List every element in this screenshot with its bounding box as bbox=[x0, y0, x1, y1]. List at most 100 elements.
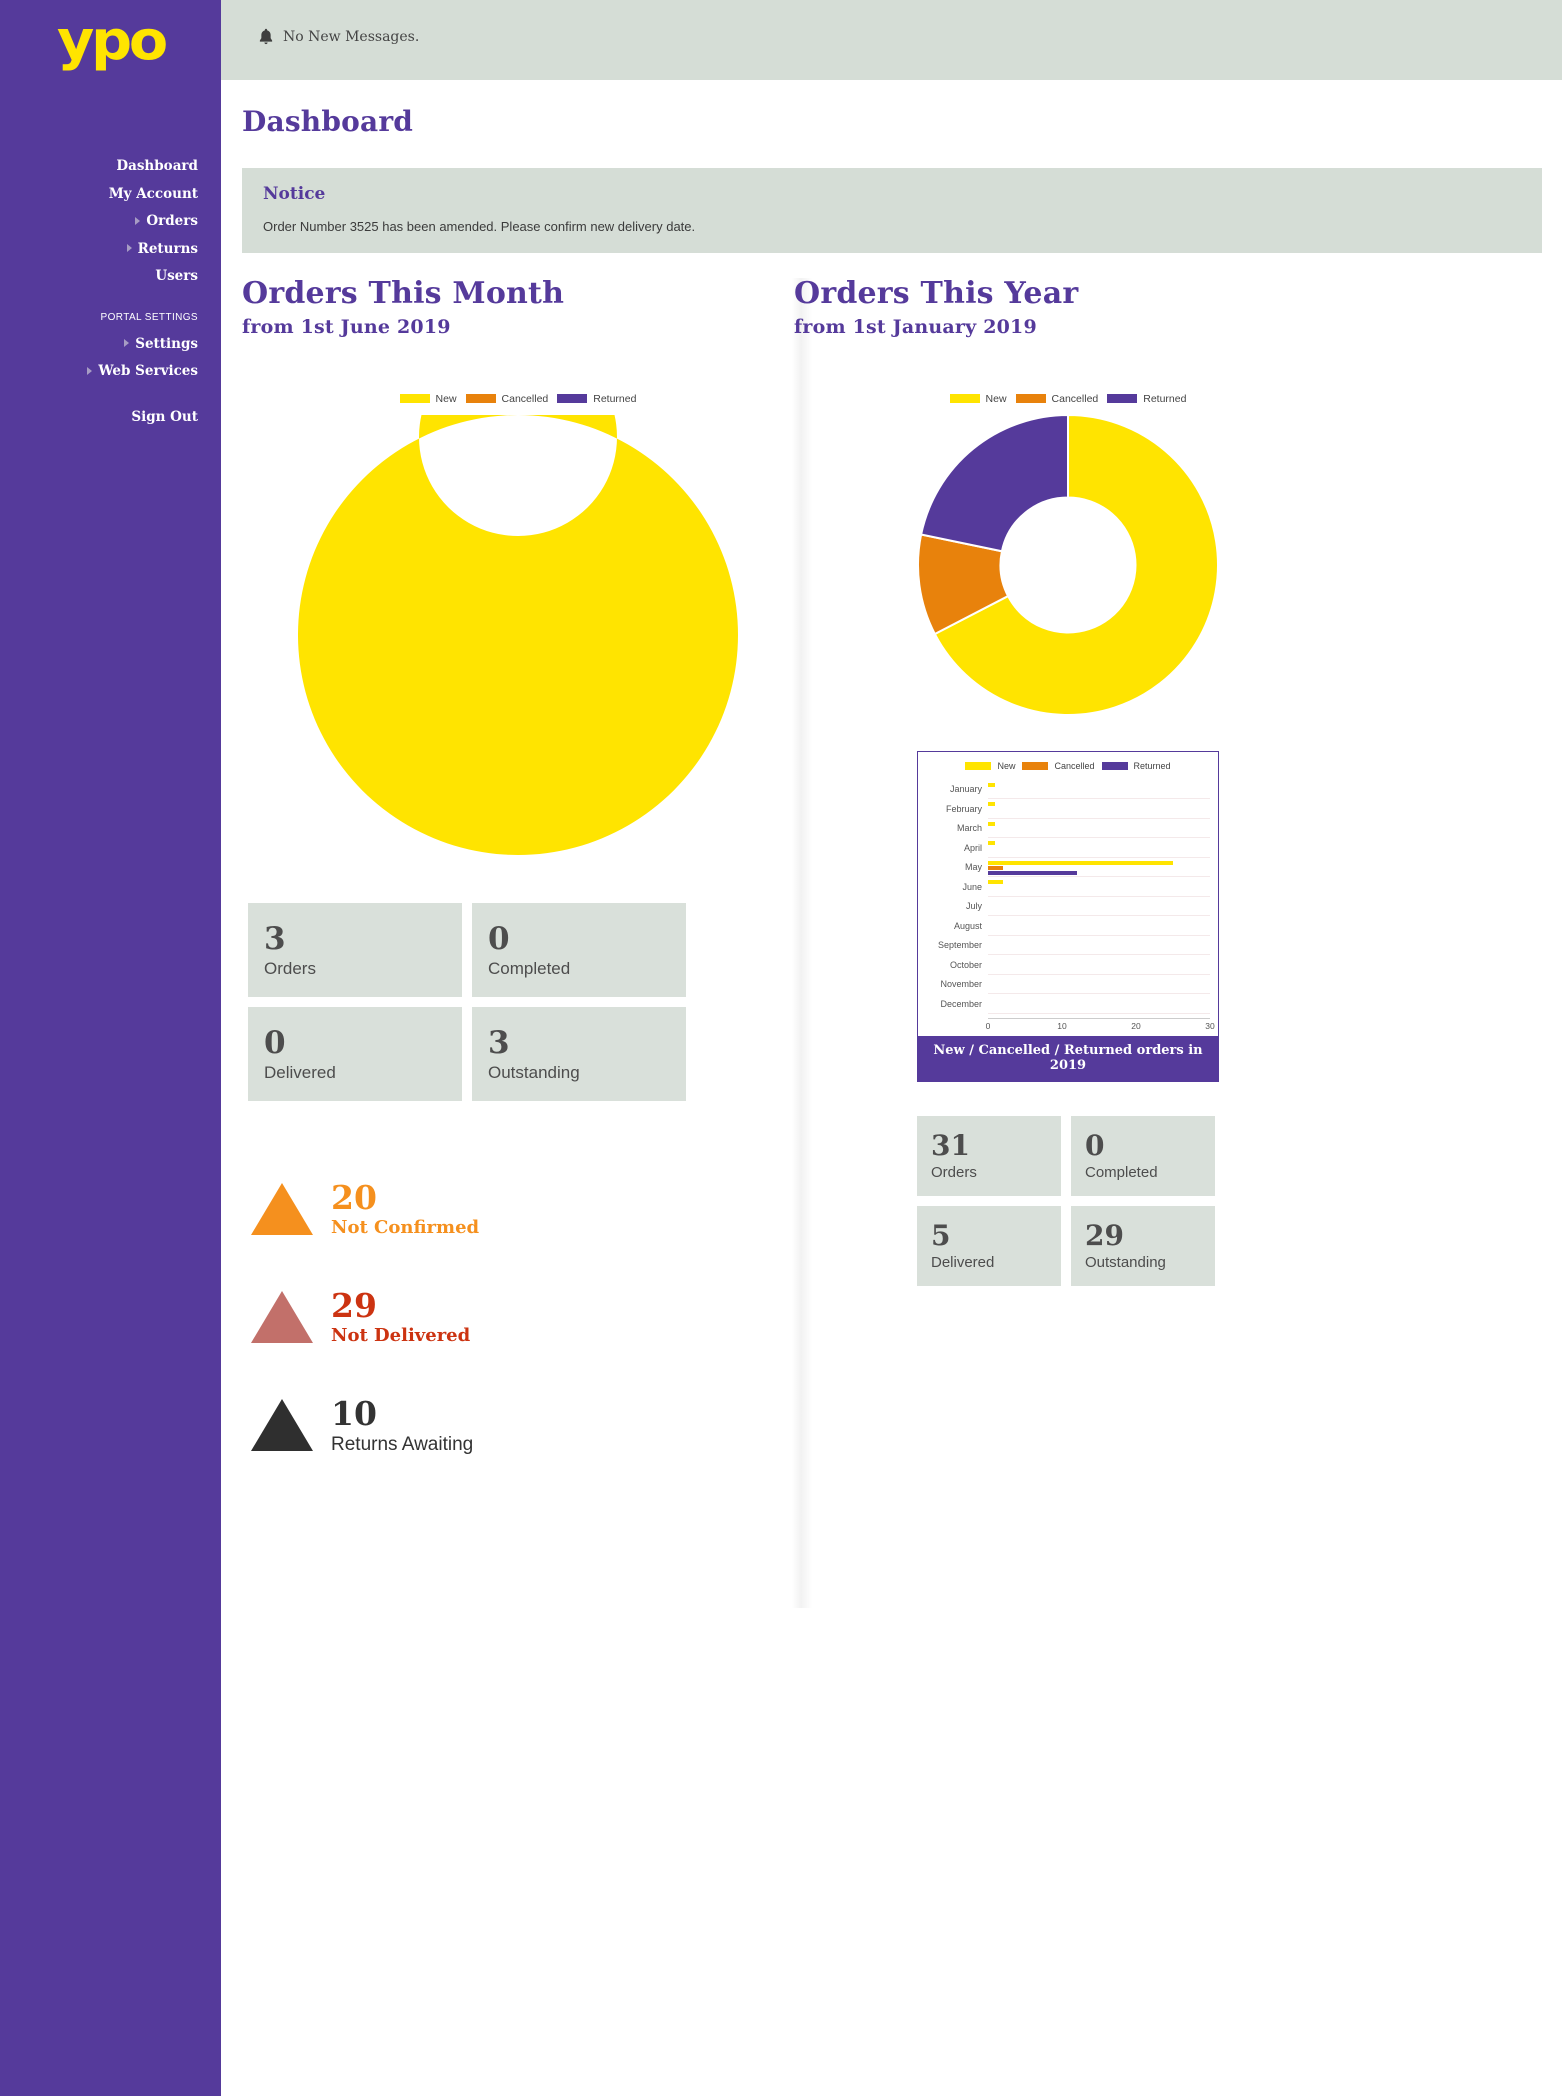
legend-item-cancelled: Cancelled bbox=[1015, 393, 1098, 405]
legend-label-new: New bbox=[997, 760, 1016, 771]
alert-text: 10 Returns Awaiting bbox=[331, 1397, 473, 1454]
sidebar-item-users[interactable]: Users bbox=[0, 269, 221, 284]
stat-tile-completed: 0 Completed bbox=[472, 902, 686, 997]
sidebar-item-label: Dashboard bbox=[116, 158, 198, 174]
donut-svg bbox=[298, 414, 738, 855]
bar-row-label: October bbox=[949, 959, 982, 970]
alert-returns-awaiting[interactable]: 10 Returns Awaiting bbox=[242, 1397, 794, 1454]
legend-label-cancelled: Cancelled bbox=[501, 392, 549, 405]
legend-item-new: New bbox=[965, 761, 1015, 771]
legend-swatch-returned bbox=[557, 394, 588, 403]
bar-chart-row: July bbox=[926, 897, 1210, 916]
bar-row-label: September bbox=[937, 940, 982, 951]
legend-label-cancelled: Cancelled bbox=[1054, 760, 1095, 771]
alert-text: 20 Not Confirmed bbox=[331, 1181, 479, 1237]
sidebar-nav: Dashboard My Account Orders Returns User… bbox=[0, 158, 221, 438]
sidebar-group-portal-settings: PORTAL SETTINGS bbox=[100, 311, 198, 323]
bar-row-label: March bbox=[956, 823, 982, 834]
year-stat-tiles: 31 Orders 0 Completed 5 Delivered 29 Out… bbox=[917, 1115, 1219, 1286]
sidebar-item-label: Web Services bbox=[98, 363, 198, 379]
alert-count: 29 bbox=[331, 1285, 377, 1325]
bar-row-track bbox=[988, 936, 1210, 955]
alert-count: 20 bbox=[331, 1177, 377, 1217]
stat-label: Orders bbox=[264, 958, 316, 978]
bar-chart-caption: New / Cancelled / Returned orders in 201… bbox=[918, 1035, 1218, 1081]
stat-tile-delivered: 0 Delivered bbox=[248, 1006, 462, 1101]
axis-tick-label: 0 bbox=[985, 1020, 991, 1031]
bar-row-label: November bbox=[940, 979, 982, 990]
orders-this-month-section: Orders This Month from 1st June 2019 New… bbox=[242, 278, 794, 1506]
alert-count: 10 bbox=[331, 1393, 377, 1433]
sidebar-item-settings[interactable]: Settings bbox=[0, 335, 221, 352]
stat-value: 31 bbox=[931, 1128, 970, 1162]
legend-swatch-cancelled bbox=[1022, 761, 1049, 770]
bar-row-track bbox=[988, 877, 1210, 897]
messages-indicator[interactable]: No New Messages. bbox=[259, 28, 419, 45]
notice-title: Notice bbox=[263, 184, 326, 204]
bar-chart-row: August bbox=[926, 916, 1210, 936]
messages-text: No New Messages. bbox=[283, 28, 420, 45]
axis-tick-label: 10 bbox=[1057, 1020, 1067, 1031]
bar-legend: New Cancelled Returned bbox=[918, 752, 1218, 771]
legend-item-returned: Returned bbox=[1107, 393, 1186, 405]
bar-row-track bbox=[988, 799, 1210, 819]
sign-out-button[interactable]: Sign Out bbox=[0, 408, 221, 425]
axis-tick-label: 30 bbox=[1205, 1020, 1215, 1031]
logo[interactable]: ypo® bbox=[0, 9, 233, 72]
bar-segment bbox=[988, 865, 1003, 870]
stat-tile-orders: 31 Orders bbox=[917, 1115, 1061, 1196]
stat-label: Outstanding bbox=[1085, 1253, 1166, 1271]
stat-tile-completed: 0 Completed bbox=[1071, 1115, 1215, 1196]
alert-not-confirmed[interactable]: 20 Not Confirmed bbox=[242, 1181, 794, 1237]
sidebar-item-label: Settings bbox=[135, 335, 198, 352]
alert-list: 20 Not Confirmed 29 Not Delivered 10 Ret… bbox=[242, 1181, 794, 1454]
notice-banner: Notice Order Number 3525 has been amende… bbox=[242, 168, 1542, 253]
bar-segment bbox=[988, 782, 996, 787]
section-subtitle: from 1st January 2019 bbox=[794, 315, 1037, 338]
legend-item-returned: Returned bbox=[557, 393, 636, 405]
alert-not-delivered[interactable]: 29 Not Delivered bbox=[242, 1289, 794, 1345]
legend-swatch-cancelled bbox=[1015, 394, 1046, 403]
section-title: Orders This Month bbox=[242, 276, 565, 311]
logo-text: ypo bbox=[56, 9, 167, 72]
warning-triangle-icon bbox=[251, 1399, 313, 1451]
sidebar-item-web-services[interactable]: Web Services bbox=[0, 363, 221, 379]
bar-row-track bbox=[988, 780, 1210, 799]
bar-segment bbox=[988, 841, 996, 845]
bar-row-track bbox=[988, 819, 1210, 838]
bar-chart-row: February bbox=[926, 799, 1210, 819]
chevron-right-icon bbox=[135, 216, 141, 225]
legend-swatch-returned bbox=[1107, 394, 1138, 403]
stat-value: 3 bbox=[488, 1024, 510, 1061]
sign-out-label: Sign Out bbox=[131, 408, 198, 425]
bar-chart-row: October bbox=[926, 955, 1210, 975]
bar-row-track bbox=[988, 975, 1210, 994]
donut-legend-year: New Cancelled Returned bbox=[794, 393, 1342, 405]
bar-segment bbox=[988, 870, 1077, 875]
legend-item-returned: Returned bbox=[1101, 761, 1171, 771]
stat-value: 5 bbox=[931, 1218, 951, 1252]
axis-line bbox=[988, 1017, 1210, 1019]
sidebar-item-my-account[interactable]: My Account bbox=[0, 187, 221, 202]
sidebar-item-returns[interactable]: Returns bbox=[0, 240, 221, 257]
bar-segment bbox=[988, 802, 996, 806]
legend-swatch-returned bbox=[1101, 761, 1128, 770]
bar-segment bbox=[988, 860, 1173, 865]
bar-row-track bbox=[988, 916, 1210, 936]
stat-tile-orders: 3 Orders bbox=[248, 902, 462, 997]
bar-row-label: May bbox=[964, 862, 982, 873]
chevron-right-icon bbox=[126, 244, 132, 252]
sidebar-item-orders[interactable]: Orders bbox=[0, 214, 221, 229]
bar-chart-x-axis: 0 10 20 30 bbox=[926, 1017, 1215, 1034]
warning-triangle-icon bbox=[251, 1290, 313, 1343]
sidebar-item-label: Returns bbox=[137, 240, 198, 257]
bar-chart-row: September bbox=[926, 936, 1210, 955]
legend-label-new: New bbox=[435, 392, 457, 405]
month-stat-tiles: 3 Orders 0 Completed 0 Delivered 3 Outst… bbox=[248, 902, 688, 1101]
legend-item-cancelled: Cancelled bbox=[465, 392, 549, 405]
bar-chart-row: April bbox=[926, 838, 1210, 858]
legend-label-returned: Returned bbox=[593, 392, 637, 405]
main-content: Dashboard Notice Order Number 3525 has b… bbox=[221, 80, 1562, 2096]
sidebar-item-dashboard[interactable]: Dashboard bbox=[0, 158, 221, 174]
stat-label: Completed bbox=[488, 958, 571, 978]
